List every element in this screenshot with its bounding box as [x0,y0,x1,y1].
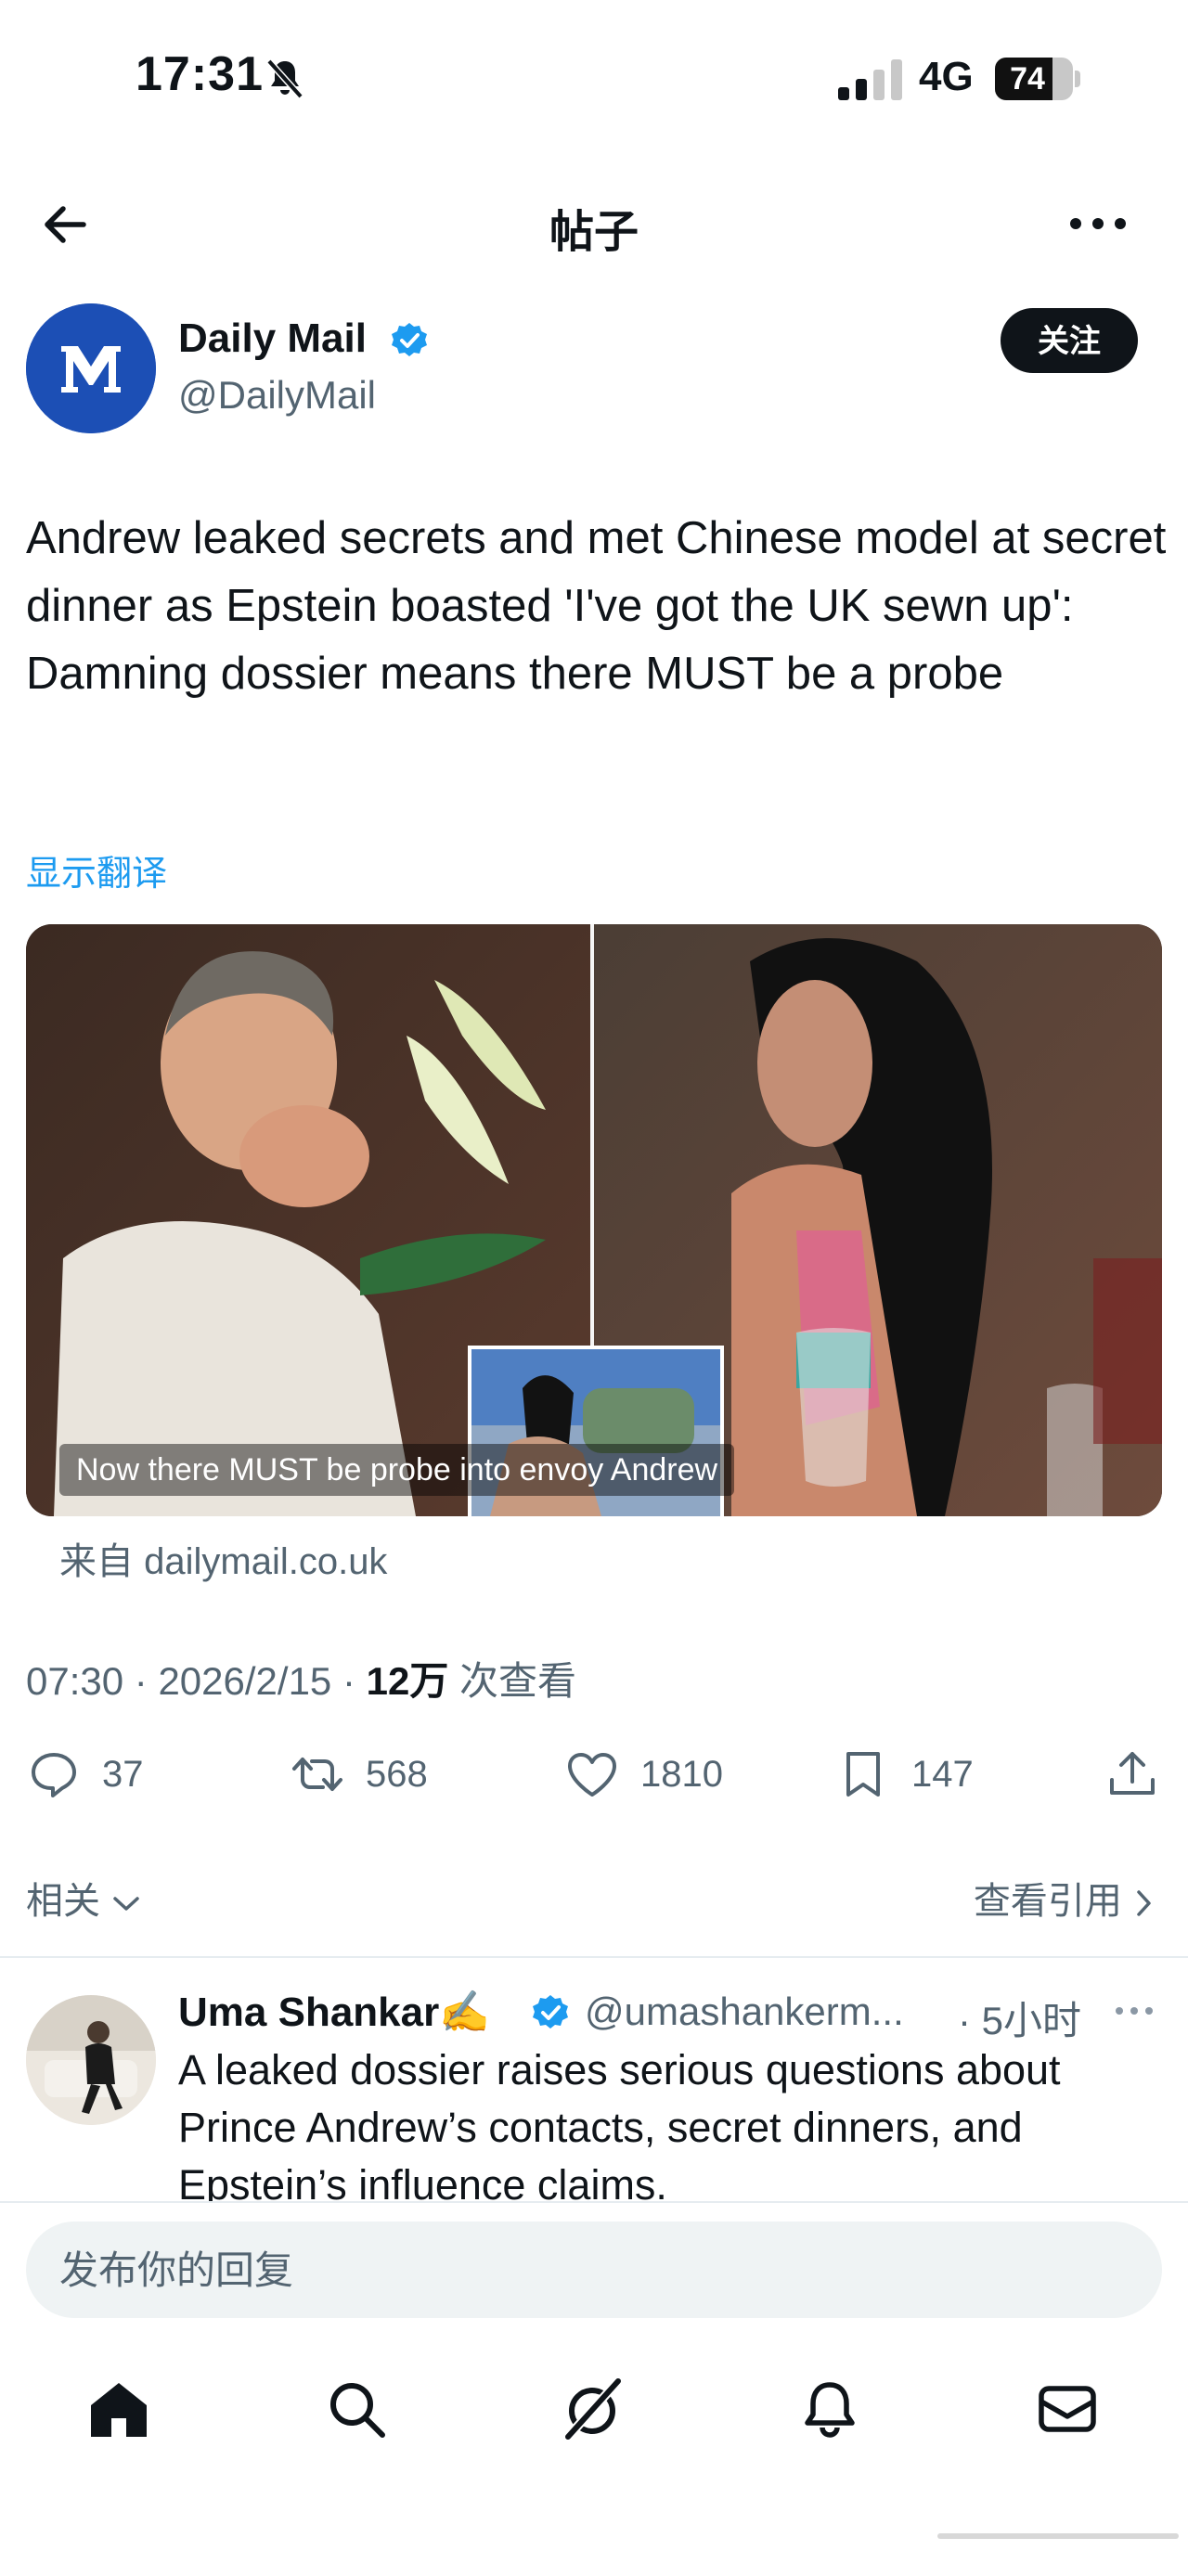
author-handle[interactable]: @DailyMail [178,373,376,418]
bookmark-icon [846,1752,880,1797]
follow-button[interactable]: 关注 [1001,308,1138,373]
battery-level: 74 [1010,61,1045,97]
link-source[interactable]: 来自 dailymail.co.uk [59,1531,387,1585]
home-icon[interactable] [85,2376,152,2442]
reply-separator: · [958,1999,971,2042]
related-label: 相关 [26,1881,100,1922]
view-quotes-label: 查看引用 [973,1881,1122,1922]
tweet-date: 2026/2/15 [158,1659,332,1703]
page-title: 帖子 [549,208,639,257]
verified-badge-icon [533,1995,568,2029]
share-icon [1110,1752,1155,1795]
more-horizontal-icon[interactable] [1114,1997,1155,2025]
share-button[interactable] [1104,1745,1181,1804]
like-count: 1810 [640,1753,723,1795]
reply-author-handle[interactable]: @umashankerm... [585,1990,904,2034]
link-card-image[interactable]: Now there MUST be probe into envoy Andre… [26,924,1162,1516]
reply-avatar[interactable] [26,1995,156,2125]
retweet-count: 568 [366,1753,428,1795]
signal-icon [838,59,902,100]
chevron-down-icon [113,1897,139,1912]
daily-mail-logo [26,303,156,433]
reply-author-name[interactable]: Uma Shankar✍️ [178,1988,490,2036]
related-dropdown[interactable]: 相关 [26,1871,142,1925]
reply-composer[interactable] [26,2222,1162,2320]
view-count: 12万 [366,1659,449,1703]
reply-input[interactable] [58,2222,1129,2320]
verified-badge-icon [392,323,427,356]
news-photo [26,924,1162,1516]
bell-slash-icon [266,58,303,99]
reply-time: 5小时 [981,1999,1082,2042]
reply-text: A leaked dossier raises serious question… [178,2046,1061,2205]
more-horizontal-icon[interactable] [1067,200,1129,247]
author-name[interactable]: Daily Mail [178,316,367,362]
view-quotes-link[interactable]: 查看引用 [974,1871,1155,1925]
retweet-button[interactable]: 568 [290,1745,428,1804]
battery-indicator: 74 [995,58,1080,100]
search-icon[interactable] [323,2376,390,2442]
bookmark-button[interactable]: 147 [835,1745,974,1804]
tweet-text: Andrew leaked secrets and met Chinese mo… [26,513,1167,699]
network-type: 4G [919,54,974,99]
media-caption: Now there MUST be probe into envoy Andre… [59,1444,735,1496]
grok-icon[interactable] [559,2376,626,2442]
reply-timestamp: · 5小时 [958,1990,1081,2046]
bell-icon[interactable] [796,2376,863,2442]
author-avatar[interactable] [26,303,156,433]
divider [0,1956,1188,1958]
reply-count: 37 [102,1753,144,1795]
reply-icon [32,1753,76,1797]
tweet-meta: 07:30 · 2026/2/15 · 12万 次查看 [26,1659,577,1703]
show-translation-link[interactable]: 显示翻译 [26,844,167,895]
reply-button[interactable]: 37 [26,1745,144,1804]
status-time: 17:31 [136,47,264,101]
chevron-right-icon [1137,1890,1151,1917]
avatar-photo [26,1995,156,2125]
mail-icon[interactable] [1034,2376,1101,2442]
tweet-time: 07:30 [26,1659,124,1703]
views-label: 次查看 [459,1659,577,1703]
bookmark-count: 147 [911,1753,974,1795]
heart-icon [568,1753,616,1797]
like-button[interactable]: 1810 [564,1745,723,1804]
home-indicator [937,2533,1179,2539]
retweet-icon [292,1758,342,1791]
